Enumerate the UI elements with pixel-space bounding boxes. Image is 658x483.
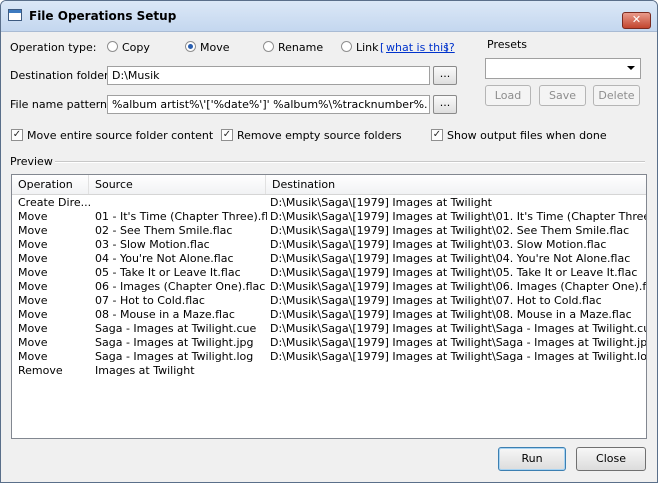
cell-destination: D:\Musik\Saga\[1979] Images at Twilight\… [270,252,631,265]
cell-source: 03 - Slow Motion.flac [95,238,210,251]
cell-source: Images at Twilight [95,364,195,377]
radio-link-label[interactable]: Link [356,41,379,54]
browse-pattern-button[interactable]: ... [433,95,457,114]
radio-move-label[interactable]: Move [200,41,230,54]
save-preset-button[interactable]: Save [539,85,586,106]
table-row[interactable]: Move 05 - Take It or Leave It.flac D:\Musi… [12,266,646,280]
chevron-down-icon [627,66,635,70]
operation-type-label: Operation type: [10,41,97,54]
cell-operation: Create Dire... [18,196,92,209]
preview-separator [55,161,645,163]
column-operation[interactable]: Operation [12,175,89,194]
close-window-icon[interactable]: ✕ [622,12,651,29]
file-operations-dialog: File Operations Setup ✕ Operation type: … [0,0,658,483]
table-row[interactable]: Move 08 - Mouse in a Maze.flac D:\Musik\Sa… [12,308,646,322]
cell-source: Saga - Images at Twilight.cue [95,322,257,335]
window-title: File Operations Setup [29,9,177,23]
cell-source: Saga - Images at Twilight.log [95,350,254,363]
cell-source: 08 - Mouse in a Maze.flac [95,308,235,321]
cell-operation: Move [18,350,48,363]
presets-dropdown[interactable] [485,58,641,79]
table-row[interactable]: Move 01 - It's Time (Chapter Three).flac D… [12,210,646,224]
cell-operation: Move [18,336,48,349]
cell-destination: D:\Musik\Saga\[1979] Images at Twilight [270,196,492,209]
cell-destination: D:\Musik\Saga\[1979] Images at Twilight\… [270,350,646,363]
cell-destination: D:\Musik\Saga\[1979] Images at Twilight\… [270,322,646,335]
table-row[interactable]: Move Saga - Images at Twilight.log D:\Musi… [12,350,646,364]
preview-list-header: Operation Source Destination [12,175,646,195]
cell-destination: D:\Musik\Saga\[1979] Images at Twilight\… [270,280,646,293]
preview-label: Preview [10,155,53,168]
preview-list[interactable]: Operation Source Destination Create Dire… [11,174,647,439]
cell-destination: D:\Musik\Saga\[1979] Images at Twilight\… [270,308,632,321]
checkbox-move-folder-content[interactable]: ✓ [11,129,23,141]
cell-destination: D:\Musik\Saga\[1979] Images at Twilight\… [270,224,630,237]
radio-copy-label[interactable]: Copy [122,41,150,54]
cell-source: 07 - Hot to Cold.flac [95,294,205,307]
file-name-pattern-label: File name pattern: [10,98,111,111]
help-bracket-open: [ [380,41,385,54]
cell-operation: Move [18,308,48,321]
table-row[interactable]: Move Saga - Images at Twilight.cue D:\Musi… [12,322,646,336]
cell-operation: Move [18,252,48,265]
presets-label: Presets [487,38,528,51]
cell-destination: D:\Musik\Saga\[1979] Images at Twilight\… [270,238,607,251]
radio-link[interactable] [341,41,352,52]
destination-folder-label: Destination folder: [10,69,113,82]
table-row[interactable]: Move 06 - Images (Chapter One).flac D:\Mus… [12,280,646,294]
window-icon [8,9,22,21]
cell-source: 06 - Images (Chapter One).flac [95,280,266,293]
cell-source: 01 - It's Time (Chapter Three).flac [95,210,267,223]
table-row[interactable]: Move 02 - See Them Smile.flac D:\Musik\Sag… [12,224,646,238]
close-button[interactable]: Close [576,447,646,471]
cell-destination: D:\Musik\Saga\[1979] Images at Twilight\… [270,336,646,349]
radio-copy[interactable] [107,41,118,52]
radio-rename[interactable] [263,41,274,52]
cell-operation: Move [18,266,48,279]
checkbox-show-output-files[interactable]: ✓ [431,129,443,141]
table-row[interactable]: Move 07 - Hot to Cold.flac D:\Musik\Saga\[… [12,294,646,308]
move-folder-content-label[interactable]: Move entire source folder content [27,129,213,142]
cell-operation: Move [18,210,48,223]
show-output-files-label[interactable]: Show output files when done [447,129,607,142]
cell-source: Saga - Images at Twilight.jpg [95,336,254,349]
cell-destination: D:\Musik\Saga\[1979] Images at Twilight\… [270,266,638,279]
help-bracket-close: ] [444,41,449,54]
table-row[interactable]: Remove Images at Twilight [12,364,646,378]
remove-empty-folders-label[interactable]: Remove empty source folders [237,129,402,142]
run-button[interactable]: Run [498,447,566,471]
title-bar: File Operations Setup ✕ [1,1,657,32]
table-row[interactable]: Create Dire... D:\Musik\Saga\[1979] Image… [12,196,646,210]
file-name-pattern-input[interactable]: %album artist%\'['%date%']' %album%\%tra… [107,95,430,114]
cell-source: 02 - See Them Smile.flac [95,224,233,237]
cell-operation: Remove [18,364,63,377]
table-row[interactable]: Move 04 - You're Not Alone.flac D:\Musik\S… [12,252,646,266]
cell-operation: Move [18,280,48,293]
table-row[interactable]: Move Saga - Images at Twilight.jpg D:\Musi… [12,336,646,350]
cell-operation: Move [18,294,48,307]
delete-preset-button[interactable]: Delete [593,85,640,106]
radio-rename-label[interactable]: Rename [278,41,323,54]
column-source[interactable]: Source [89,175,266,194]
radio-move[interactable] [185,41,196,52]
cell-source: 04 - You're Not Alone.flac [95,252,234,265]
column-destination[interactable]: Destination [266,175,646,194]
cell-operation: Move [18,238,48,251]
browse-destination-button[interactable]: ... [433,66,457,85]
table-row[interactable]: Move 03 - Slow Motion.flac D:\Musik\Saga\[… [12,238,646,252]
cell-operation: Move [18,224,48,237]
cell-source: 05 - Take It or Leave It.flac [95,266,241,279]
load-preset-button[interactable]: Load [485,85,531,106]
destination-folder-input[interactable]: D:\Musik [107,66,430,85]
cell-destination: D:\Musik\Saga\[1979] Images at Twilight\… [270,294,602,307]
cell-destination: D:\Musik\Saga\[1979] Images at Twilight\… [270,210,646,223]
checkbox-remove-empty-folders[interactable]: ✓ [221,129,233,141]
cell-operation: Move [18,322,48,335]
